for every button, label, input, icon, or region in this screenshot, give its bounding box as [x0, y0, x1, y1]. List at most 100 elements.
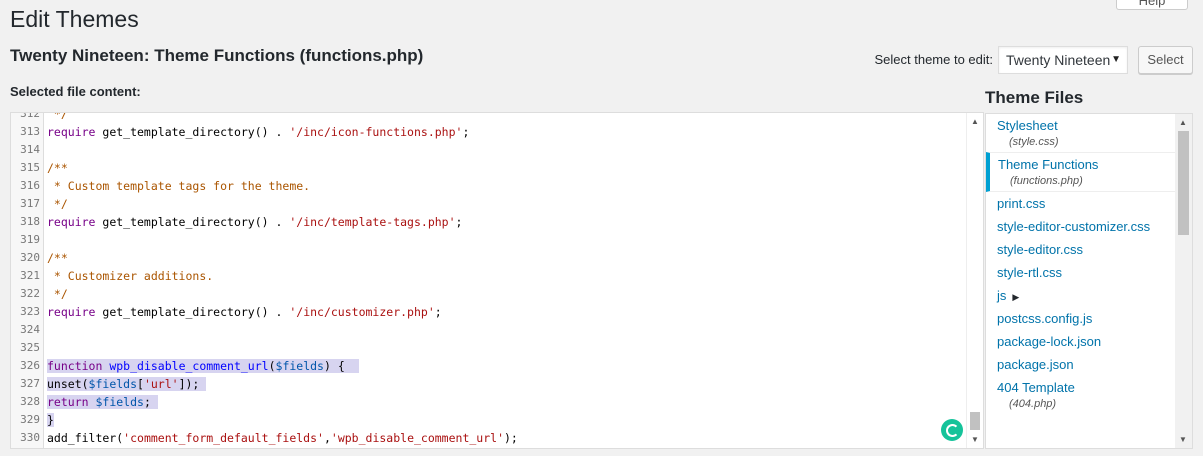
code-token: '/inc/template-tags.php'	[289, 215, 456, 229]
theme-file-item[interactable]: package.json	[986, 353, 1192, 376]
code-text: */	[47, 112, 68, 123]
scroll-down-icon[interactable]: ▼	[971, 435, 979, 444]
code-text: /**	[47, 249, 68, 267]
code-line: 323 require get_template_directory() . '/…	[11, 303, 966, 321]
code-token: require	[47, 125, 96, 139]
theme-file-label: Theme Functions	[998, 157, 1099, 172]
code-text: * Custom template tags for the theme.	[47, 177, 310, 195]
code-token: * Customizer additions.	[47, 269, 214, 283]
theme-select-form: Select theme to edit: Twenty Nineteen ▼ …	[874, 45, 1193, 74]
code-line: 318 require get_template_directory() . '/…	[11, 213, 966, 231]
code-line: 314	[11, 141, 966, 159]
theme-file-filename: (functions.php)	[1010, 175, 1083, 187]
theme-file-label: js	[997, 288, 1007, 303]
line-number: 313	[20, 125, 40, 138]
code-text: /**	[47, 159, 68, 177]
code-token: ) {	[323, 359, 359, 373]
code-token: 'wpb_disable_comment_url'	[330, 431, 504, 445]
code-line: 327 unset($fields['url']);	[11, 375, 966, 393]
code-token: unset(	[47, 377, 89, 391]
line-number: 312	[20, 112, 40, 120]
code-token: */	[47, 287, 68, 301]
help-button[interactable]: Help	[1116, 0, 1188, 10]
selection-highlight: return $fields;	[47, 395, 158, 409]
theme-files-items: Stylesheet (style.css) Theme Functions (fun…	[986, 114, 1192, 414]
code-token: 'url'	[143, 377, 179, 391]
code-token: /**	[47, 161, 68, 175]
scroll-up-icon[interactable]: ▲	[971, 117, 979, 126]
theme-file-item[interactable]: style-rtl.css	[986, 261, 1192, 284]
theme-file-label: package.json	[997, 357, 1074, 372]
selection-highlight: function wpb_disable_comment_url($fields…	[47, 359, 359, 373]
theme-file-item[interactable]: package-lock.json	[986, 330, 1192, 353]
code-line: 319	[11, 231, 966, 249]
code-token: return	[47, 395, 89, 409]
code-line: 330 add_filter('comment_form_default_fiel…	[11, 429, 966, 447]
theme-file-filename: (404.php)	[1009, 398, 1057, 410]
code-token: ;	[143, 395, 158, 409]
theme-file-item[interactable]: style-editor-customizer.css	[986, 215, 1192, 238]
code-token: $fields	[275, 359, 324, 373]
theme-file-item[interactable]: Stylesheet (style.css)	[986, 114, 1192, 152]
theme-file-item[interactable]: postcss.config.js	[986, 307, 1192, 330]
code-token: ]);	[178, 377, 207, 391]
grammarly-icon[interactable]	[941, 419, 963, 441]
code-text: * Customizer additions.	[47, 267, 213, 285]
line-number: 319	[20, 233, 40, 246]
code-token: */	[47, 112, 68, 121]
code-token: }	[47, 413, 54, 427]
theme-file-item[interactable]: Theme Functions (functions.php)	[986, 152, 1192, 192]
code-token: /**	[47, 251, 68, 265]
line-number: 325	[20, 341, 40, 354]
code-line: 328 return $fields;	[11, 393, 966, 411]
code-text: unset($fields['url']);	[47, 375, 207, 393]
scrollbar-thumb[interactable]	[1178, 131, 1189, 235]
theme-file-item[interactable]: js ▶	[986, 284, 1192, 307]
scroll-up-icon[interactable]: ▲	[1179, 118, 1187, 127]
file-heading: Twenty Nineteen: Theme Functions (functi…	[10, 46, 424, 65]
theme-file-filename: (style.css)	[1009, 136, 1059, 148]
selection-highlight: }	[47, 413, 54, 427]
code-text: */	[47, 195, 68, 213]
line-number: 314	[20, 143, 40, 156]
code-line: 312 */	[11, 112, 966, 123]
theme-file-item[interactable]: style-editor.css	[986, 238, 1192, 261]
theme-select-dropdown[interactable]: Twenty Nineteen ▼	[998, 45, 1128, 74]
code-token: * Custom template tags for the theme.	[47, 179, 311, 193]
code-token: function	[47, 359, 103, 373]
code-token: get_template_directory() .	[95, 305, 290, 319]
code-text: return $fields;	[47, 393, 158, 411]
dropdown-arrow-icon: ▼	[1111, 53, 1121, 65]
page-title: Edit Themes	[10, 6, 139, 32]
code-line: 321 * Customizer additions.	[11, 267, 966, 285]
line-number: 317	[20, 197, 40, 210]
line-number: 321	[20, 269, 40, 282]
theme-file-label: print.css	[997, 196, 1046, 211]
code-line: 322 */	[11, 285, 966, 303]
line-number: 316	[20, 179, 40, 192]
code-editor[interactable]: 312 */ 313 require get_template_directory(…	[10, 112, 984, 449]
code-token: get_template_directory() .	[95, 125, 290, 139]
folder-expand-icon[interactable]: ▶	[1012, 292, 1019, 302]
code-token: $fields	[95, 395, 144, 409]
line-number: 324	[20, 323, 40, 336]
scroll-down-icon[interactable]: ▼	[1179, 435, 1187, 444]
editor-scrollbar[interactable]: ▲ ▼	[966, 113, 983, 448]
code-token: ;	[434, 305, 442, 319]
code-token: add_filter(	[47, 431, 124, 445]
code-line: 320 /**	[11, 249, 966, 267]
code-token: '/inc/customizer.php'	[289, 305, 435, 319]
theme-file-item[interactable]: 404 Template (404.php)	[986, 376, 1192, 414]
theme-file-item[interactable]: print.css	[986, 192, 1192, 215]
code-token: */	[47, 197, 68, 211]
scrollbar-thumb[interactable]	[970, 412, 980, 430]
line-number: 318	[20, 215, 40, 228]
line-number: 328	[20, 395, 40, 408]
theme-files-heading: Theme Files	[985, 88, 1084, 107]
code-line: 325	[11, 339, 966, 357]
code-text: */	[47, 285, 68, 303]
theme-file-label: style-editor.css	[997, 242, 1083, 257]
files-scrollbar[interactable]: ▲ ▼	[1175, 114, 1192, 448]
select-button[interactable]: Select	[1138, 45, 1193, 74]
code-text: require get_template_directory() . '/inc…	[47, 123, 469, 141]
